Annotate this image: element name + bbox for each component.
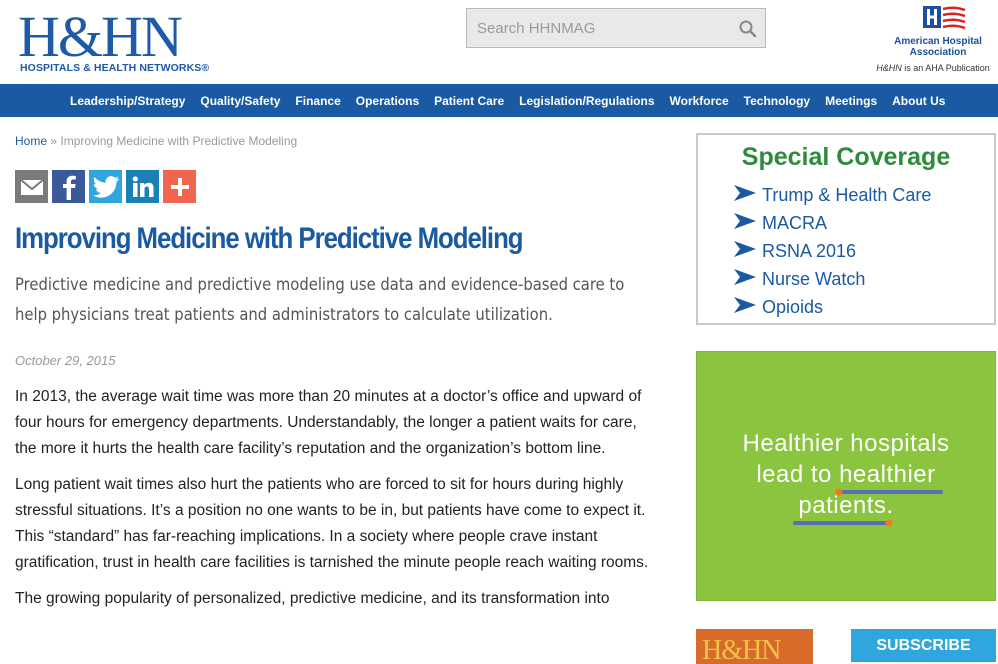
article-title: Improving Medicine with Predictive Model… xyxy=(15,222,524,255)
article-paragraph: In 2013, the average wait time was more … xyxy=(15,388,642,457)
nav-item-meetings[interactable]: Meetings xyxy=(825,94,877,108)
aha-name: American Hospital Association xyxy=(894,36,982,58)
email-share-button[interactable] xyxy=(15,170,48,203)
breadcrumb-home-link[interactable]: Home xyxy=(15,134,47,148)
aha-badge[interactable]: American Hospital Association H&HN is an… xyxy=(868,6,998,76)
linkedin-share-button[interactable] xyxy=(126,170,159,203)
special-coverage-link[interactable]: MACRA xyxy=(734,209,931,237)
special-coverage-link[interactable]: Opioids xyxy=(734,293,931,321)
arrow-right-icon xyxy=(734,240,756,262)
breadcrumb-separator: » xyxy=(50,134,58,148)
aha-publication-note: H&HN is an AHA Publication xyxy=(868,63,998,73)
aha-publication-prefix: H&HN xyxy=(876,63,902,73)
linkedin-icon xyxy=(132,175,153,197)
article-paragraph: Long patient wait times also hurt the pa… xyxy=(15,476,649,571)
article-date: October 29, 2015 xyxy=(15,353,116,368)
nav-item-patient-care[interactable]: Patient Care xyxy=(434,94,504,108)
special-coverage-box: Special Coverage Trump & Health Care MAC… xyxy=(696,133,996,325)
nav-item-operations[interactable]: Operations xyxy=(356,94,419,108)
facebook-share-button[interactable] xyxy=(52,170,85,203)
nav-item-leadership[interactable]: Leadership/Strategy xyxy=(70,94,185,108)
special-coverage-label: Opioids xyxy=(762,296,824,317)
search-box xyxy=(466,8,766,48)
share-bar xyxy=(15,170,200,203)
search-input[interactable] xyxy=(467,9,729,47)
nav-item-workforce[interactable]: Workforce xyxy=(670,94,729,108)
hhn-logo[interactable]: H&HN HOSPITALS & HEALTH NETWORKS® xyxy=(18,4,210,75)
arrow-right-icon xyxy=(734,268,756,290)
breadcrumb-current: Improving Medicine with Predictive Model… xyxy=(60,134,298,148)
more-share-button[interactable] xyxy=(163,170,196,203)
special-coverage-link[interactable]: Trump & Health Care xyxy=(734,181,931,209)
logo-wordmark: H&HN xyxy=(18,4,183,69)
nav-item-quality[interactable]: Quality/Safety xyxy=(200,94,280,108)
nav-item-about[interactable]: About Us xyxy=(892,94,945,108)
special-coverage-link[interactable]: Nurse Watch xyxy=(734,265,931,293)
logo-tagline: HOSPITALS & HEALTH NETWORKS® xyxy=(20,62,210,74)
plus-icon xyxy=(170,177,189,196)
facebook-icon xyxy=(62,175,76,200)
article-deck: Predictive medicine and predictive model… xyxy=(15,275,625,325)
aha-flag-icon xyxy=(923,6,967,32)
special-coverage-label: MACRA xyxy=(762,212,828,233)
breadcrumb: Home » Improving Medicine with Predictiv… xyxy=(15,134,297,148)
advertisement-banner[interactable]: Healthier hospitals lead to healthier pa… xyxy=(696,351,996,601)
ad-underline-decoration xyxy=(793,488,943,527)
article-paragraph: The growing popularity of personalized, … xyxy=(15,590,610,607)
subscribe-button[interactable]: SUBSCRIBE xyxy=(851,629,996,662)
site-header: H&HN HOSPITALS & HEALTH NETWORKS® A xyxy=(0,0,998,84)
twitter-share-button[interactable] xyxy=(89,170,122,203)
nav-item-technology[interactable]: Technology xyxy=(744,94,810,108)
special-coverage-label: Nurse Watch xyxy=(762,268,866,289)
main-nav: Leadership/Strategy Quality/Safety Finan… xyxy=(0,84,998,117)
special-coverage-label: RSNA 2016 xyxy=(762,240,857,261)
nav-item-finance[interactable]: Finance xyxy=(295,94,340,108)
email-icon xyxy=(19,178,44,195)
special-coverage-label: Trump & Health Care xyxy=(762,184,932,205)
twitter-icon xyxy=(92,175,119,198)
article-body: In 2013, the average wait time was more … xyxy=(15,384,655,622)
ad-line: Healthier hospitals xyxy=(742,430,950,457)
nav-item-legislation[interactable]: Legislation/Regulations xyxy=(519,94,654,108)
aha-publication-suffix: is an AHA Publication xyxy=(901,63,990,73)
search-icon[interactable] xyxy=(737,18,759,40)
special-coverage-title: Special Coverage xyxy=(741,143,951,171)
special-coverage-link[interactable]: RSNA 2016 xyxy=(734,237,931,265)
arrow-right-icon xyxy=(734,184,756,206)
magazine-cover-title: H&HN xyxy=(702,635,781,664)
magazine-cover[interactable]: H&HN xyxy=(696,629,813,664)
arrow-right-icon xyxy=(734,212,756,234)
arrow-right-icon xyxy=(734,296,756,318)
